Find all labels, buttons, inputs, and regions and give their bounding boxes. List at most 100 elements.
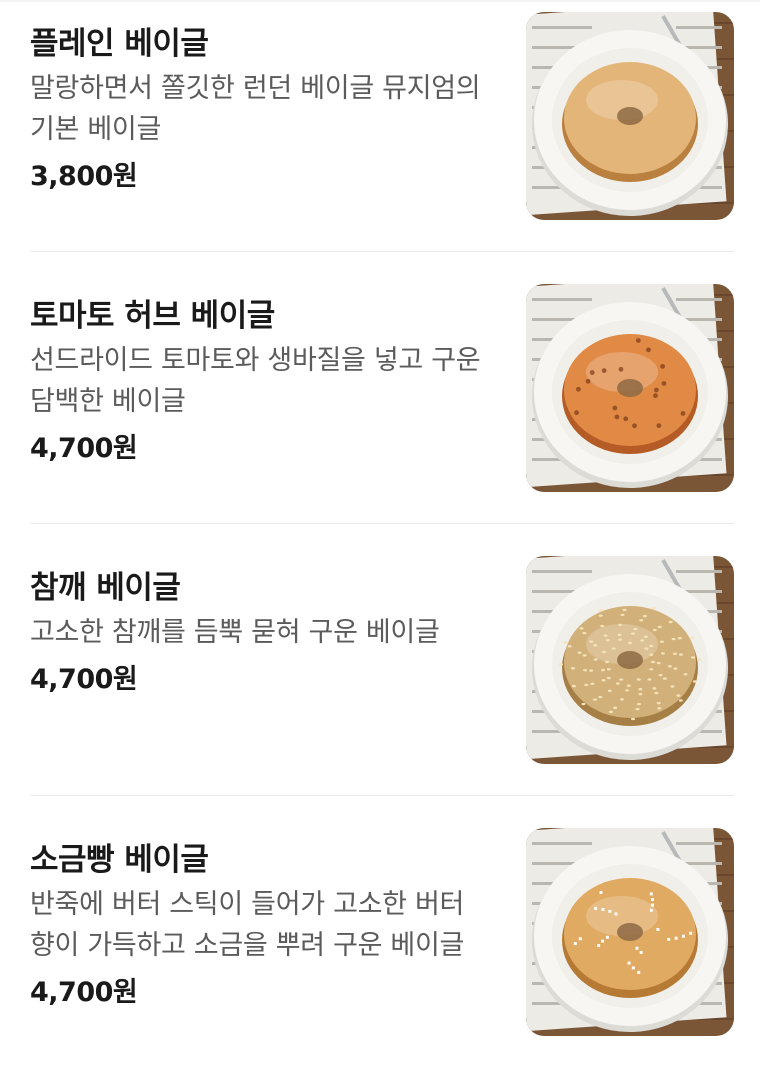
herb-fleck (623, 416, 629, 422)
menu-item-description: 반죽에 버터 스틱이 들어가 고소한 버터 향이 가득하고 소금을 뿌려 구운 … (30, 889, 465, 961)
sesame-seed (651, 607, 656, 610)
menu-item-price: 4,700원 (30, 977, 138, 1008)
sesame-seed (582, 631, 587, 635)
tomato-herb-bagel-photo[interactable] (526, 284, 734, 492)
salt-flake (601, 907, 605, 911)
salt-flake (573, 942, 577, 946)
sesame-seed (620, 613, 625, 617)
menu-item-description: 말랑하면서 쫄깃한 런던 베이글 뮤지엄의 기본 베이글 (30, 73, 481, 145)
sesame-seed (600, 668, 605, 672)
sesame-seed (696, 658, 701, 661)
salt-flake (650, 898, 654, 902)
bagel-photo-illustration (526, 12, 734, 220)
sesame-seed (654, 691, 659, 695)
sesame-seed (671, 637, 676, 641)
sesame-seed (692, 680, 697, 683)
menu-item-price: 4,700원 (30, 664, 138, 695)
salt-flake (597, 944, 601, 948)
newspaper-text-line (676, 26, 722, 29)
menu-item-plain-bagel[interactable]: 플레인 베이글 말랑하면서 쫄깃한 런던 베이글 뮤지엄의 기본 베이글 3,8… (30, 2, 734, 252)
herb-fleck (661, 381, 667, 386)
newspaper-text-line (532, 570, 592, 573)
sesame-seed (636, 702, 641, 706)
sesame-seed (563, 641, 568, 644)
sesame-seed (582, 654, 587, 657)
menu-item-name: 소금빵 베이글 (30, 842, 209, 878)
salt-flake (627, 961, 631, 965)
sesame-seed (638, 692, 643, 696)
salt-flake (601, 939, 605, 943)
sesame-seed (617, 633, 622, 637)
sesame-seed (584, 683, 589, 687)
sesame-seed (649, 644, 654, 648)
sesame-seed (605, 660, 609, 664)
herb-fleck (635, 338, 641, 343)
sesame-seed (628, 641, 632, 645)
bagel-photo-illustration (526, 284, 734, 492)
sesame-seed (631, 632, 636, 635)
sesame-seed (606, 668, 611, 671)
menu-item-sesame-bagel[interactable]: 참깨 베이글 고소한 참깨를 듬뿍 묻혀 구운 베이글 4,700원 (30, 524, 734, 796)
menu-item-price: 4,700원 (30, 433, 138, 464)
newspaper-text-line (676, 570, 722, 573)
sesame-seed (636, 678, 641, 681)
sesame-seed (690, 636, 695, 640)
sesame-seed (635, 707, 640, 711)
plain-bagel-photo[interactable] (526, 12, 734, 220)
bagel-photo-illustration (526, 556, 734, 764)
menu-item-tomato-herb-bagel[interactable]: 토마토 허브 베이글 선드라이드 토마토와 생바질을 넣고 구운 담백한 베이글… (30, 252, 734, 524)
newspaper-text-line (676, 842, 722, 845)
sesame-seed (615, 682, 620, 685)
sesame-seed (622, 608, 627, 612)
sesame-seed (606, 676, 611, 680)
herb-fleck (646, 347, 651, 353)
menu-item-text: 플레인 베이글 말랑하면서 쫄깃한 런던 베이글 뮤지엄의 기본 베이글 3,8… (30, 2, 492, 193)
sesame-seed (678, 653, 683, 656)
salt-flake (667, 937, 671, 941)
herb-fleck (653, 393, 658, 399)
salt-flake (637, 970, 641, 974)
sesame-seed (649, 668, 654, 671)
menu-item-salt-bread-bagel[interactable]: 소금빵 베이글 반죽에 버터 스틱이 들어가 고소한 버터 향이 가득하고 소금… (30, 796, 734, 1068)
sesame-seed (644, 647, 649, 650)
sesame-seed (608, 710, 613, 714)
sesame-seed (579, 627, 584, 630)
sesame-seed (577, 651, 582, 654)
salt-flake (608, 909, 612, 913)
salt-flake (639, 950, 643, 954)
menu-item-description: 고소한 참깨를 듬뿍 묻혀 구운 베이글 (30, 617, 440, 648)
menu-item-name: 토마토 허브 베이글 (30, 298, 275, 334)
sesame-seed (676, 694, 681, 697)
salt-flake (599, 890, 603, 894)
salt-flake (681, 934, 685, 938)
sesame-seed (673, 667, 678, 670)
newspaper-text-line (532, 842, 592, 845)
menu-item-text: 참깨 베이글 고소한 참깨를 듬뿍 묻혀 구운 베이글 4,700원 (30, 546, 492, 696)
salt-flake (631, 966, 635, 970)
sesame-seed (662, 677, 667, 680)
sesame-bagel-photo[interactable] (526, 556, 734, 764)
sesame-seed (571, 684, 576, 688)
herb-fleck (589, 370, 595, 375)
sesame-seed (620, 698, 625, 701)
sesame-seed (593, 644, 598, 647)
sesame-seed (605, 638, 610, 642)
sesame-seed (640, 639, 645, 642)
menu-list: 플레인 베이글 말랑하면서 쫄깃한 런던 베이글 뮤지엄의 기본 베이글 3,8… (0, 2, 760, 1068)
sesame-seed (678, 699, 683, 702)
salt-flake (649, 908, 653, 912)
sesame-seed (619, 678, 624, 681)
menu-item-price: 3,800원 (30, 161, 138, 192)
salt-bread-bagel-photo[interactable] (526, 828, 734, 1036)
salt-flake (650, 903, 654, 907)
herb-fleck (632, 423, 637, 429)
sesame-seed (658, 673, 663, 677)
salt-flake (605, 935, 609, 939)
sesame-seed (657, 707, 662, 710)
herb-fleck (576, 386, 581, 392)
sesame-seed (613, 706, 618, 710)
sesame-seed (651, 660, 655, 664)
sesame-seed (642, 614, 647, 618)
sesame-seed (649, 653, 654, 656)
herb-fleck (612, 405, 618, 411)
